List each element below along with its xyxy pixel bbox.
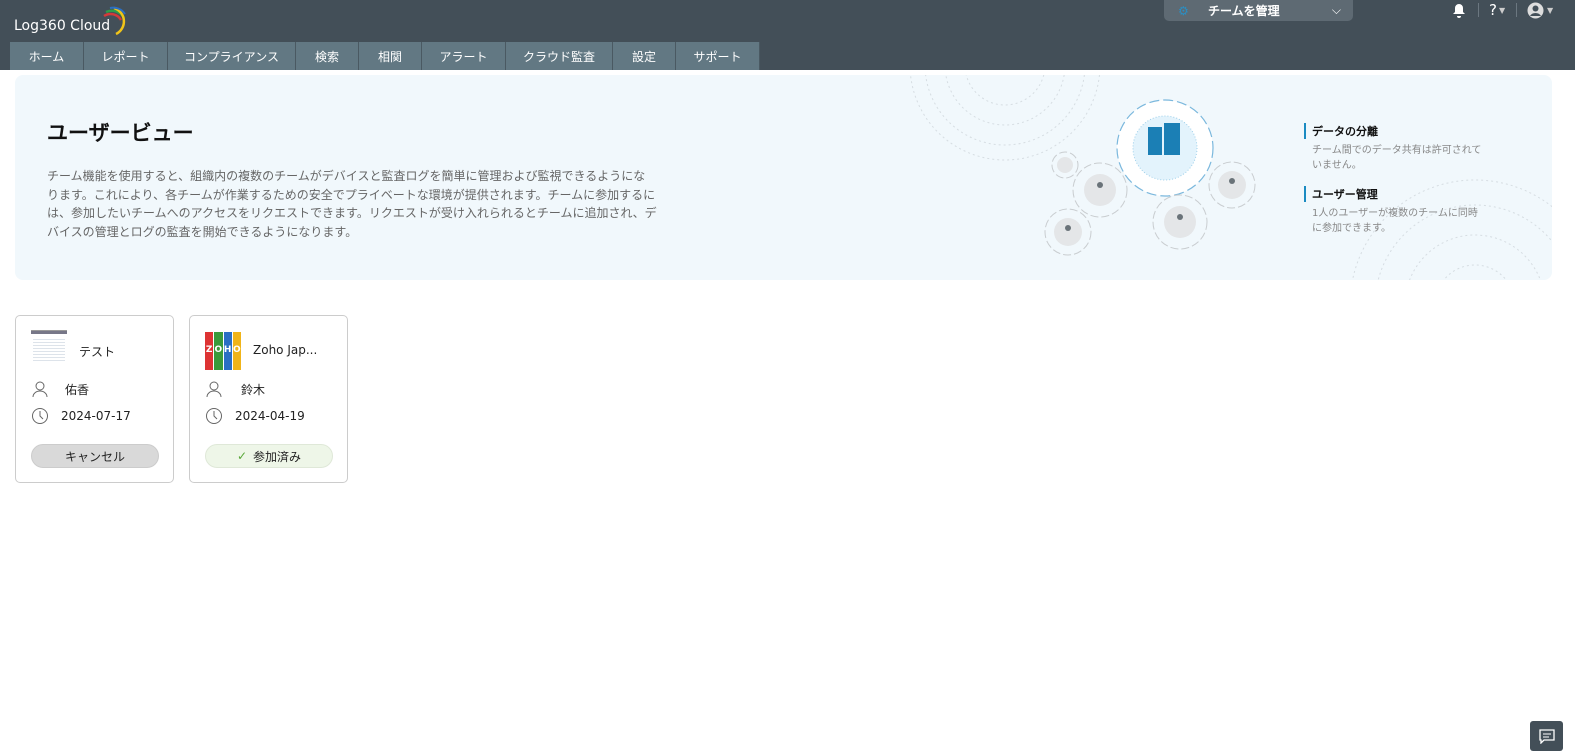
team-card: テスト 佑香 2024-07-17 キャンセル — [15, 315, 174, 483]
team-manage-dropdown[interactable]: ⚙ チームを管理 ⌵ — [1164, 0, 1353, 21]
banner-description: チーム機能を使用すると、組織内の複数のチームがデバイスと監査ログを簡単に管理およ… — [47, 169, 657, 239]
feature-title: データの分離 — [1304, 123, 1484, 139]
chat-button[interactable] — [1530, 721, 1563, 751]
user-avatar-icon — [1527, 2, 1544, 18]
divider — [1516, 3, 1517, 17]
team-name: Zoho Jap... — [253, 343, 318, 357]
tab-compliance[interactable]: コンプライアンス — [168, 42, 296, 70]
chevron-down-icon: ⌵ — [1331, 3, 1341, 17]
request-date: 2024-04-19 — [235, 409, 305, 423]
caret-down-icon: ▼ — [1547, 5, 1554, 15]
team-thumbnail — [31, 330, 67, 368]
joined-status-button[interactable]: ✓ 参加済み — [205, 444, 333, 468]
zoho-logo: Z O H O — [205, 332, 241, 370]
clock-icon — [206, 408, 222, 424]
owner-name: 鈴木 — [241, 382, 266, 397]
team-date: 2024-04-19 — [205, 407, 305, 425]
notification-bell-icon[interactable] — [1452, 0, 1466, 20]
clock-icon — [32, 408, 48, 424]
logo-arc-icon — [103, 6, 126, 36]
team-owner: 佑香 — [31, 380, 89, 398]
team-owner: 鈴木 — [205, 380, 265, 398]
top-header: Log360 Cloud ホーム レポート コンプライアンス 検索 相関 アラー… — [0, 0, 1575, 70]
feature-text: 1人のユーザーが複数のチームに同時に参加できます。 — [1312, 208, 1478, 234]
user-menu[interactable]: ▼ — [1527, 0, 1553, 20]
feature-title: ユーザー管理 — [1304, 186, 1484, 202]
page-title: ユーザービュー — [47, 121, 194, 145]
request-date: 2024-07-17 — [61, 409, 131, 423]
teams-gears-illustration — [1044, 99, 1256, 256]
joined-label: 参加済み — [253, 449, 302, 464]
main-nav: ホーム レポート コンプライアンス 検索 相関 アラート クラウド監査 設定 サ… — [10, 42, 760, 70]
logo[interactable]: Log360 Cloud — [14, 6, 126, 36]
team-card: Z O H O Zoho Jap... 鈴木 2024-04-19 ✓ 参加済み — [189, 315, 348, 483]
tab-correlation[interactable]: 相関 — [359, 42, 422, 70]
team-select-label: チームを管理 — [1208, 4, 1280, 18]
feature-text: チーム間でのデータ共有は許可されていません。 — [1312, 145, 1482, 171]
tab-search[interactable]: 検索 — [296, 42, 359, 70]
chat-icon — [1538, 728, 1555, 744]
tab-home[interactable]: ホーム — [10, 42, 84, 70]
owner-name: 佑香 — [65, 382, 90, 397]
cancel-request-button[interactable]: キャンセル — [31, 444, 159, 468]
tab-alerts[interactable]: アラート — [422, 42, 506, 70]
user-icon — [206, 381, 222, 398]
check-icon: ✓ — [236, 449, 248, 463]
tab-support[interactable]: サポート — [676, 42, 760, 70]
feature-user-management: ユーザー管理 1人のユーザーが複数のチームに同時に参加できます。 — [1304, 186, 1484, 236]
feature-data-separation: データの分離 チーム間でのデータ共有は許可されていません。 — [1304, 123, 1484, 173]
divider — [1478, 3, 1479, 17]
gear-team-icon: ⚙ — [1178, 3, 1189, 18]
cancel-label: キャンセル — [64, 449, 125, 464]
help-icon: ? — [1489, 1, 1497, 19]
team-date: 2024-07-17 — [31, 407, 131, 425]
info-banner: ユーザービュー チーム機能を使用すると、組織内の複数のチームがデバイスと監査ログ… — [15, 75, 1552, 280]
help-menu[interactable]: ? ▼ — [1489, 0, 1505, 20]
tab-reports[interactable]: レポート — [84, 42, 168, 70]
tab-cloud-audit[interactable]: クラウド監査 — [506, 42, 613, 70]
user-icon — [32, 381, 48, 398]
team-name: テスト — [79, 345, 116, 359]
tab-settings[interactable]: 設定 — [613, 42, 676, 70]
caret-down-icon: ▼ — [1498, 5, 1506, 15]
